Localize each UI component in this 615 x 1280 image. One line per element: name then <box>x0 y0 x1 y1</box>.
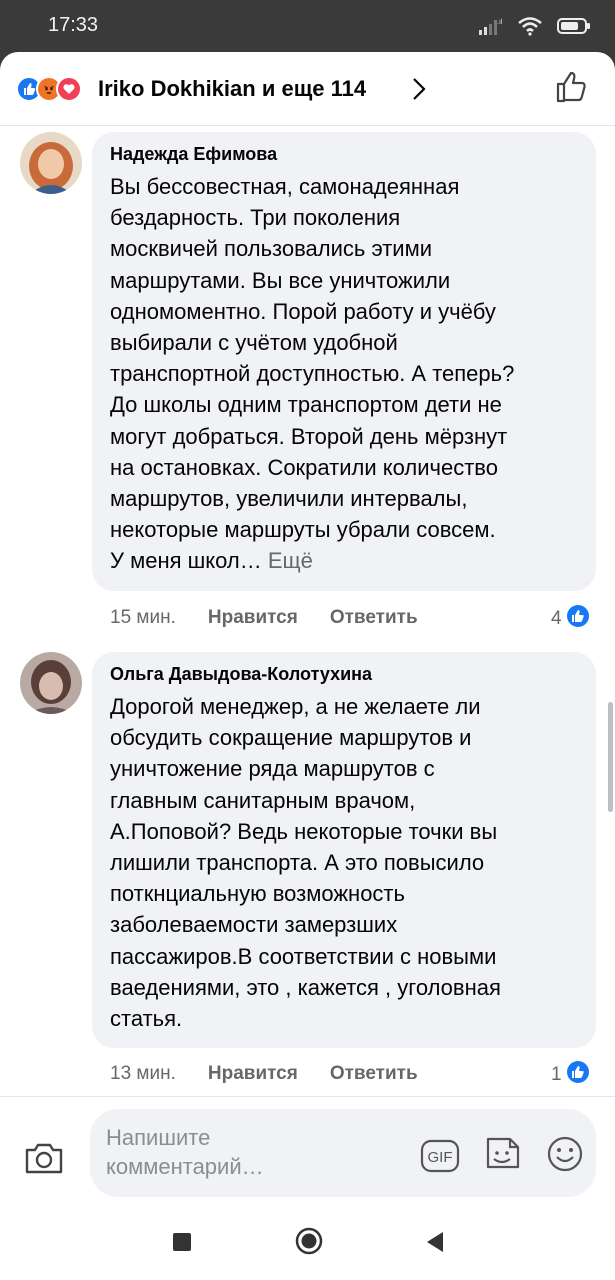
like-button[interactable]: Нравится <box>208 1063 298 1085</box>
gif-icon[interactable]: GIF <box>420 1139 460 1178</box>
back-triangle-icon[interactable] <box>424 1230 446 1259</box>
emoji-icon[interactable] <box>546 1135 584 1178</box>
navigation-bar <box>0 1206 615 1280</box>
status-icons: .ıl <box>477 16 591 41</box>
home-circle-icon[interactable] <box>294 1226 324 1261</box>
comment-like-count[interactable]: 4 <box>551 604 590 634</box>
like-count-value: 1 <box>551 1064 562 1085</box>
reply-button[interactable]: Ответить <box>330 1063 418 1085</box>
recents-square-icon[interactable] <box>172 1232 192 1257</box>
wifi-icon <box>517 16 543 41</box>
comment-input[interactable]: Напишите комментарий… GIF <box>90 1109 596 1197</box>
comment-bubble[interactable]: Ольга Давыдова-Колотухина Дорогой менедж… <box>92 652 596 1049</box>
reply-button[interactable]: Ответить <box>330 607 418 629</box>
comment-text: Вы бессовестная, самонадеянная бездарнос… <box>110 171 578 577</box>
comment-author[interactable]: Ольга Давыдова-Колотухина <box>110 664 578 685</box>
comment-time: 13 мин. <box>110 1063 176 1084</box>
comment-actions: 13 мин. Нравится Ответить <box>110 1063 418 1085</box>
status-bar: 17:33 .ıl <box>0 0 615 52</box>
comment-author[interactable]: Надежда Ефимова <box>110 144 578 165</box>
chevron-right-icon[interactable] <box>410 76 428 107</box>
comment-text: Дорогой менеджер, а не желаете ли обсуди… <box>110 694 501 1032</box>
see-more-link[interactable]: Ещё <box>268 548 313 573</box>
comment-text-body: Вы бессовестная, самонадеянная бездарнос… <box>110 174 515 574</box>
like-badge-icon <box>566 1060 590 1090</box>
comment-time: 15 мин. <box>110 607 176 628</box>
comment-composer: Напишите комментарий… GIF <box>0 1096 615 1206</box>
like-badge-icon <box>566 604 590 634</box>
battery-icon <box>557 16 591 41</box>
reactions-header[interactable]: Iriko Dokhikian и еще 114 <box>0 52 615 126</box>
comment-like-count[interactable]: 1 <box>551 1060 590 1090</box>
love-reaction-icon <box>56 76 82 102</box>
comment-input-placeholder[interactable]: Напишите комментарий… <box>106 1123 326 1181</box>
signal-icon: .ıl <box>477 16 503 41</box>
avatar[interactable] <box>20 132 82 194</box>
svg-text:.ıl: .ıl <box>497 19 503 26</box>
svg-text:GIF: GIF <box>428 1149 453 1166</box>
like-outline-icon[interactable] <box>555 70 589 109</box>
reactors-summary[interactable]: Iriko Dokhikian и еще 114 <box>98 76 366 102</box>
camera-icon[interactable] <box>24 1141 64 1180</box>
like-count-value: 4 <box>551 608 562 629</box>
sticker-icon[interactable] <box>482 1133 522 1178</box>
status-time: 17:33 <box>48 14 99 36</box>
like-button[interactable]: Нравится <box>208 607 298 629</box>
comments-sheet: Iriko Dokhikian и еще 114 Надежда Ефимов… <box>0 52 615 1280</box>
reaction-icons <box>16 76 82 102</box>
scrollbar[interactable] <box>608 702 613 812</box>
avatar[interactable] <box>20 652 82 714</box>
comment-bubble[interactable]: Надежда Ефимова Вы бессовестная, самонад… <box>92 132 596 591</box>
comment-actions: 15 мин. Нравится Ответить <box>110 607 418 629</box>
